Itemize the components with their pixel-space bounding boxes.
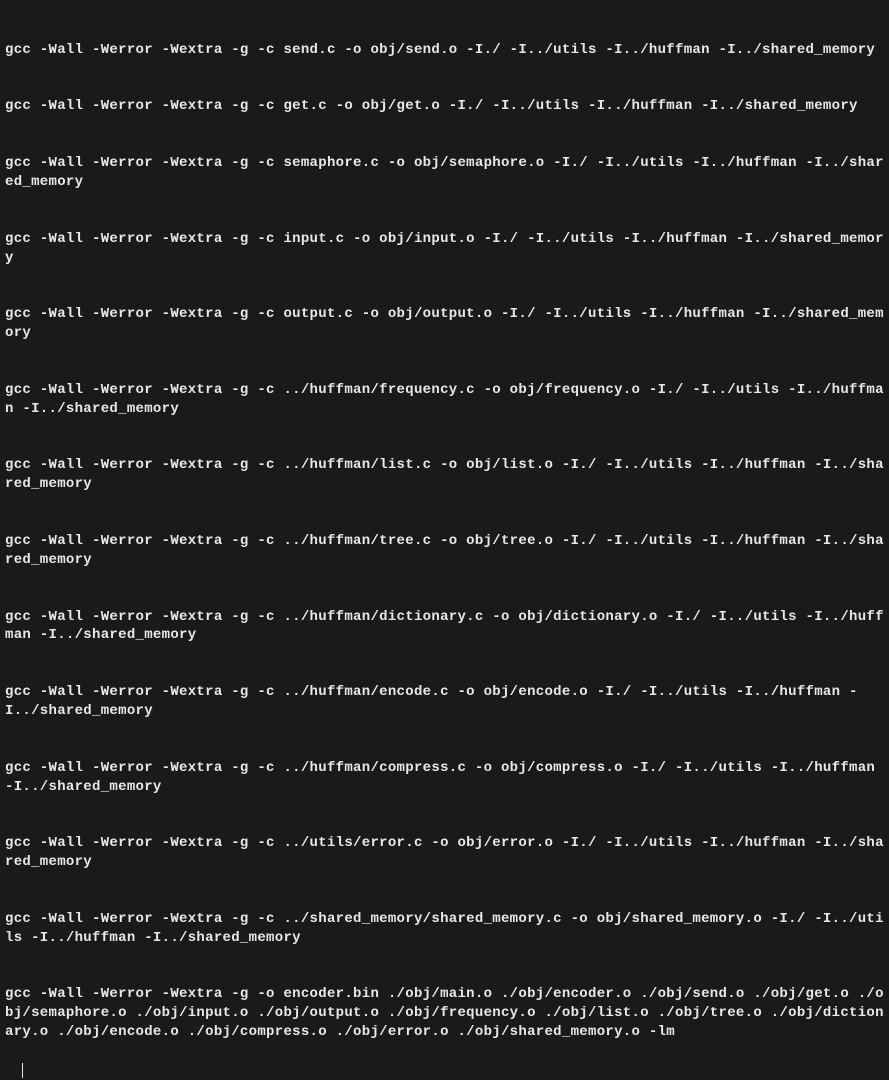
terminal-line: gcc -Wall -Werror -Wextra -g -c send.c -… bbox=[5, 41, 884, 60]
cursor-icon bbox=[22, 1063, 23, 1078]
terminal-line: gcc -Wall -Werror -Wextra -g -c ../utils… bbox=[5, 834, 884, 872]
terminal-line: gcc -Wall -Werror -Wextra -g -c ../huffm… bbox=[5, 381, 884, 419]
terminal-line: gcc -Wall -Werror -Wextra -g -c ../huffm… bbox=[5, 759, 884, 797]
terminal-line: gcc -Wall -Werror -Wextra -g -c ../huffm… bbox=[5, 532, 884, 570]
terminal-output[interactable]: gcc -Wall -Werror -Wextra -g -c send.c -… bbox=[5, 3, 884, 1080]
terminal-line: gcc -Wall -Werror -Wextra -g -c semaphor… bbox=[5, 154, 884, 192]
terminal-line: gcc -Wall -Werror -Wextra -g -c output.c… bbox=[5, 305, 884, 343]
terminal-line: gcc -Wall -Werror -Wextra -g -c ../share… bbox=[5, 910, 884, 948]
terminal-line: gcc -Wall -Werror -Wextra -g -o encoder.… bbox=[5, 985, 884, 1042]
terminal-line: gcc -Wall -Werror -Wextra -g -c ../huffm… bbox=[5, 683, 884, 721]
terminal-line: gcc -Wall -Werror -Wextra -g -c input.c … bbox=[5, 230, 884, 268]
terminal-line: gcc -Wall -Werror -Wextra -g -c ../huffm… bbox=[5, 608, 884, 646]
terminal-line: gcc -Wall -Werror -Wextra -g -c ../huffm… bbox=[5, 456, 884, 494]
terminal-line: gcc -Wall -Werror -Wextra -g -c get.c -o… bbox=[5, 97, 884, 116]
